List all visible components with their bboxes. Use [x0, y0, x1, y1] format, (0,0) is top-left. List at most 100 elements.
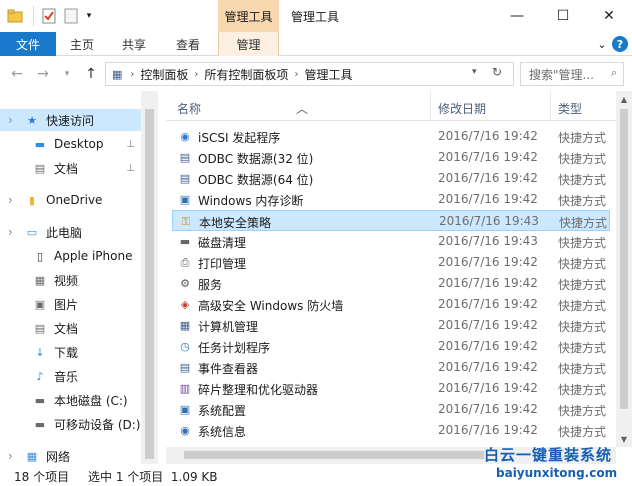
close-button[interactable]: ✕	[586, 0, 632, 32]
file-row[interactable]: ▤ ODBC 数据源(32 位) 2016/7/16 19:42 快捷方式	[172, 147, 610, 168]
breadcrumb-separator-icon[interactable]: ›	[130, 69, 134, 80]
column-header-name[interactable]: 名称	[177, 100, 201, 117]
pin-icon[interactable]: ⊥	[126, 163, 135, 174]
nav-scroll-thumb[interactable]	[145, 109, 154, 459]
help-icon[interactable]: ?	[612, 36, 628, 52]
file-date: 2016/7/16 19:42	[438, 423, 538, 437]
file-type: 快捷方式	[558, 425, 607, 439]
nav-item[interactable]: › ▮ OneDrive	[0, 189, 141, 211]
search-input[interactable]: 搜索"管理... ⌕	[520, 62, 624, 86]
shortcut-icon: ◉	[180, 130, 190, 143]
file-row[interactable]: ▣ Windows 内存诊断 2016/7/16 19:42 快捷方式	[172, 189, 610, 210]
folder-icon[interactable]	[6, 6, 24, 26]
address-bar[interactable]: ▦ › 控制面板 › 所有控制面板项 › 管理工具 ▾ ↻	[105, 62, 514, 86]
scroll-up-icon[interactable]: ▲	[616, 91, 632, 107]
file-type: 快捷方式	[558, 362, 607, 376]
shortcut-icon: ⚿	[181, 214, 191, 228]
nav-item[interactable]: ▬ Desktop ⊥	[0, 133, 141, 155]
new-folder-icon[interactable]	[62, 6, 80, 26]
file-row[interactable]: ◷ 任务计划程序 2016/7/16 19:42 快捷方式	[172, 336, 610, 357]
refresh-icon[interactable]: ↻	[492, 65, 502, 79]
file-date: 2016/7/16 19:42	[438, 318, 538, 332]
file-name: ODBC 数据源(64 位)	[198, 173, 314, 187]
column-header-type[interactable]: 类型	[558, 100, 582, 117]
tab-home[interactable]: 主页	[62, 32, 102, 56]
expand-chevron-icon[interactable]: ›	[8, 225, 13, 239]
breadcrumb-control-panel[interactable]: 控制面板	[140, 66, 188, 83]
file-date: 2016/7/16 19:42	[438, 339, 538, 353]
breadcrumb-admin-tools[interactable]: 管理工具	[304, 66, 352, 83]
minimize-button[interactable]: —	[494, 0, 540, 32]
horizontal-scroll-thumb[interactable]	[184, 451, 484, 459]
nav-item-icon: ▤	[34, 161, 46, 175]
up-arrow-icon[interactable]: ↑	[82, 65, 100, 83]
file-date: 2016/7/16 19:42	[438, 276, 538, 290]
nav-item[interactable]: ▣ 图片	[0, 293, 141, 315]
vertical-scroll-thumb[interactable]	[620, 109, 628, 409]
column-divider[interactable]	[550, 91, 551, 121]
maximize-button[interactable]: ☐	[540, 0, 586, 32]
file-row[interactable]: ▣ 系统配置 2016/7/16 19:42 快捷方式	[172, 399, 610, 420]
window-title: 管理工具	[291, 10, 340, 24]
file-row[interactable]: ▦ 计算机管理 2016/7/16 19:42 快捷方式	[172, 315, 610, 336]
nav-item[interactable]: ▯ Apple iPhone	[0, 245, 141, 267]
nav-item-label: 文档	[54, 161, 79, 176]
file-date: 2016/7/16 19:43	[438, 234, 538, 248]
tab-share[interactable]: 共享	[114, 32, 154, 56]
nav-item[interactable]: › ▦ 网络	[0, 445, 141, 464]
nav-item[interactable]: ▦ 视频	[0, 269, 141, 291]
file-name: 磁盘清理	[198, 236, 247, 250]
file-date: 2016/7/16 19:43	[439, 214, 539, 228]
pin-icon[interactable]: ⊥	[126, 139, 135, 150]
nav-scrollbar[interactable]	[141, 91, 158, 464]
tab-view[interactable]: 查看	[168, 32, 208, 56]
file-row[interactable]: ⎙ 打印管理 2016/7/16 19:42 快捷方式	[172, 252, 610, 273]
file-row[interactable]: ◉ 系统信息 2016/7/16 19:42 快捷方式	[172, 420, 610, 441]
expand-chevron-icon[interactable]: ›	[8, 449, 13, 463]
breadcrumb-separator-icon[interactable]: ›	[294, 69, 298, 80]
shortcut-icon: ▤	[179, 172, 191, 185]
nav-item[interactable]: › ★ 快速访问	[0, 109, 141, 131]
file-name: 碎片整理和优化驱动器	[198, 383, 319, 397]
breadcrumb-all-items[interactable]: 所有控制面板项	[204, 66, 288, 83]
forward-arrow-icon[interactable]: →	[34, 65, 52, 83]
nav-item[interactable]: ▬ 可移动设备 (D:)	[0, 413, 141, 435]
file-date: 2016/7/16 19:42	[438, 297, 538, 311]
file-row[interactable]: ◉ iSCSI 发起程序 2016/7/16 19:42 快捷方式	[172, 126, 610, 147]
nav-item-icon: ▦	[26, 449, 38, 463]
nav-item[interactable]: ▤ 文档	[0, 317, 141, 339]
properties-icon[interactable]	[40, 6, 58, 26]
file-date: 2016/7/16 19:42	[438, 150, 538, 164]
customize-toolbar-icon[interactable]: ▾	[82, 6, 96, 26]
address-history-icon[interactable]: ▾	[472, 67, 477, 77]
file-row[interactable]: ◈ 高级安全 Windows 防火墙 2016/7/16 19:42 快捷方式	[172, 294, 610, 315]
back-arrow-icon[interactable]: ←	[8, 65, 26, 83]
expand-ribbon-icon[interactable]: ⌄	[594, 36, 610, 52]
file-row[interactable]: ▤ 事件查看器 2016/7/16 19:42 快捷方式	[172, 357, 610, 378]
file-row[interactable]: ▤ ODBC 数据源(64 位) 2016/7/16 19:42 快捷方式	[172, 168, 610, 189]
file-row[interactable]: ⚿ 本地安全策略 2016/7/16 19:43 快捷方式	[172, 210, 610, 231]
nav-item-icon: ♪	[36, 369, 44, 383]
file-row[interactable]: ▥ 碎片整理和优化驱动器 2016/7/16 19:42 快捷方式	[172, 378, 610, 399]
nav-item[interactable]: › ▭ 此电脑	[0, 221, 141, 243]
vertical-scrollbar[interactable]: ▲ ▼	[616, 91, 632, 447]
context-tab-label[interactable]: 管理工具	[218, 0, 279, 32]
recent-locations-icon[interactable]: ▾	[58, 65, 76, 83]
expand-chevron-icon[interactable]: ›	[8, 193, 13, 207]
breadcrumb-separator-icon[interactable]: ›	[194, 69, 198, 80]
file-name: 任务计划程序	[198, 341, 271, 355]
nav-item[interactable]: ▬ 本地磁盘 (C:)	[0, 389, 141, 411]
search-icon[interactable]: ⌕	[611, 66, 617, 80]
nav-item[interactable]: ▤ 文档 ⊥	[0, 157, 141, 179]
nav-item[interactable]: ♪ 音乐	[0, 365, 141, 387]
nav-item[interactable]: ↓ 下载	[0, 341, 141, 363]
expand-chevron-icon[interactable]: ›	[8, 113, 13, 127]
tab-manage[interactable]: 管理	[218, 32, 279, 56]
watermark-url: baiyunxitong.com	[496, 466, 618, 480]
file-tab[interactable]: 文件	[0, 32, 56, 56]
nav-item-label: Desktop	[54, 137, 104, 151]
column-header-modified[interactable]: 修改日期	[438, 100, 486, 117]
file-row[interactable]: ▬ 磁盘清理 2016/7/16 19:43 快捷方式	[172, 231, 610, 252]
column-divider[interactable]	[430, 91, 431, 121]
file-row[interactable]: ⚙ 服务 2016/7/16 19:42 快捷方式	[172, 273, 610, 294]
